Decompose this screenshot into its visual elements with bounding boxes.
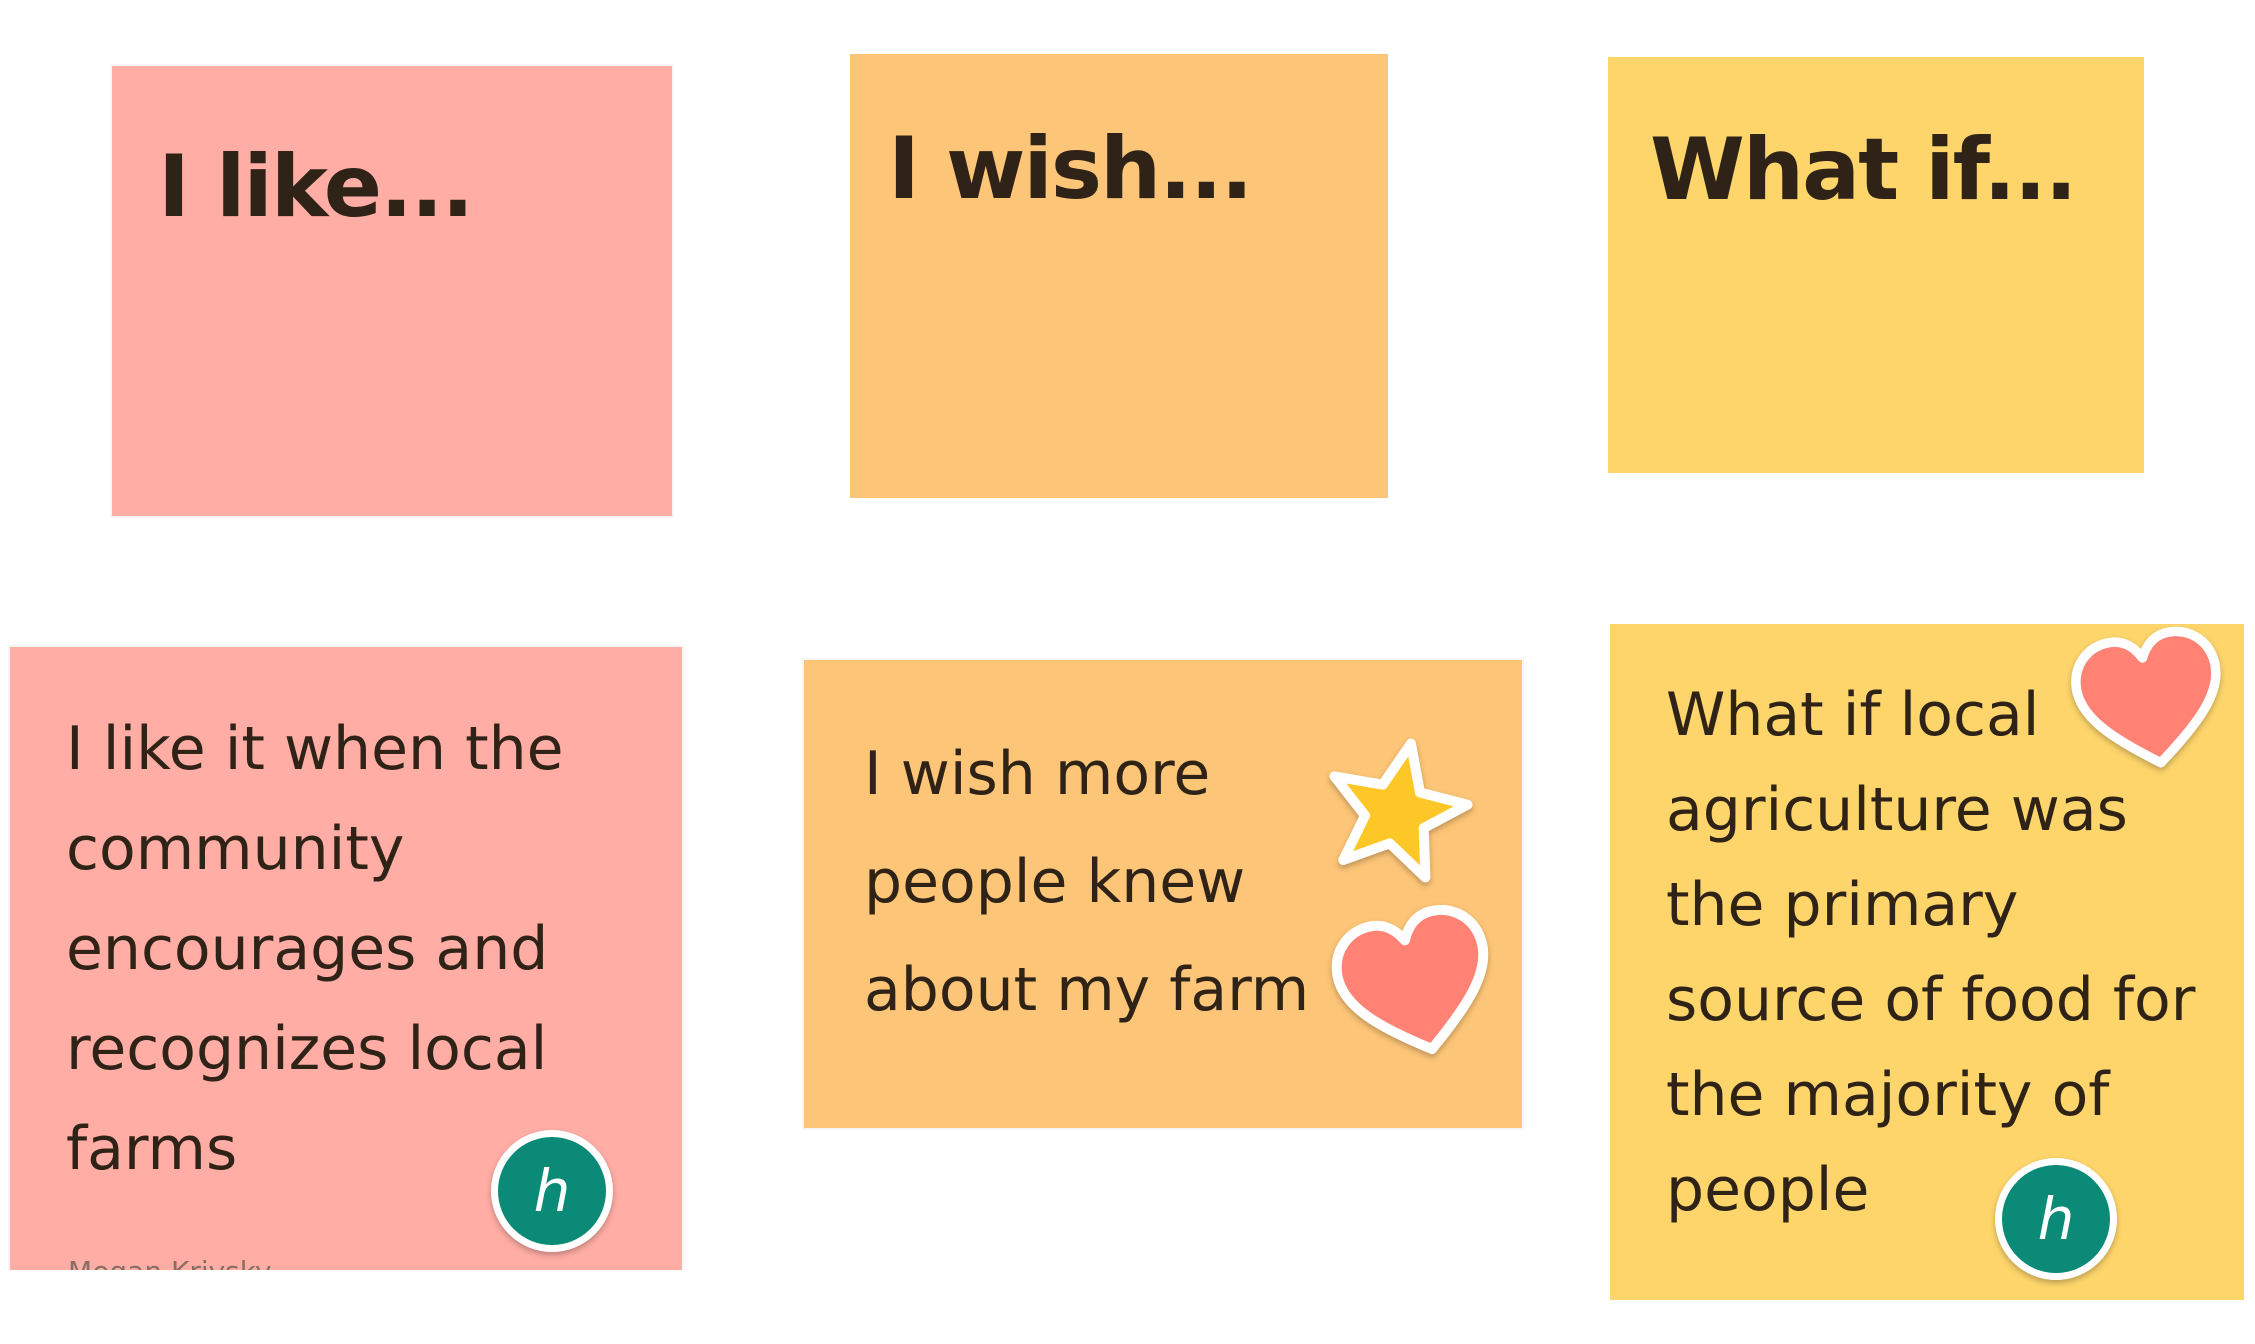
- header-note-whatif[interactable]: What if...: [1608, 57, 2144, 473]
- header-note-like[interactable]: I like...: [112, 66, 672, 516]
- avatar[interactable]: h: [491, 1130, 613, 1252]
- header-title-whatif: What if...: [1650, 120, 2077, 220]
- header-title-wish: I wish...: [888, 119, 1253, 219]
- avatar[interactable]: h: [1995, 1158, 2117, 1280]
- avatar-initial: h: [2037, 1185, 2075, 1253]
- header-title-like: I like...: [158, 137, 474, 237]
- star-icon[interactable]: [1312, 730, 1480, 892]
- card-like-text: I like it when the community encourages …: [66, 714, 564, 1184]
- avatar-initial: h: [533, 1157, 571, 1225]
- heart-icon[interactable]: [2068, 625, 2232, 777]
- card-like-author: Megan Krivsky: [68, 1255, 272, 1270]
- header-note-wish[interactable]: I wish...: [850, 54, 1388, 498]
- heart-icon[interactable]: [1330, 905, 1502, 1065]
